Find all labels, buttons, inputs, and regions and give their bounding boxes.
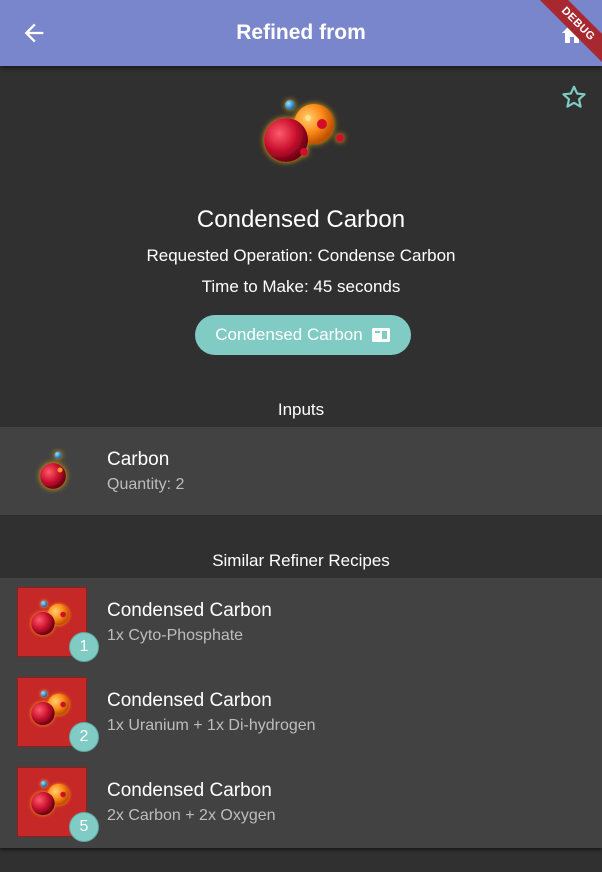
debug-banner: DEBUG [522, 0, 602, 80]
recipe-ingredients: 1x Uranium + 1x Di-hydrogen [107, 717, 316, 734]
chip-label: Condensed Carbon [215, 325, 363, 344]
recipe-row[interactable]: 1 Condensed Carbon 1x Cyto-Phosphate [0, 578, 602, 668]
item-name: Condensed Carbon [196, 206, 406, 233]
recipe-name: Condensed Carbon [107, 690, 272, 711]
recipe-count-badge: 2 [69, 722, 99, 752]
condensed-carbon-icon [31, 690, 70, 726]
inputs-header: Inputs [277, 400, 325, 419]
recipe-row[interactable]: 2 Condensed Carbon 1x Uranium + 1x Di-hy… [0, 668, 602, 758]
similar-recipes-header: Similar Refiner Recipes [212, 551, 390, 570]
condensed-carbon-icon [31, 600, 70, 636]
similar-recipes-list: 1 Condensed Carbon 1x Cyto-Phosphate 2 C… [0, 578, 602, 848]
item-details-chip[interactable]: Condensed Carbon [195, 315, 411, 355]
input-item-row[interactable]: Carbon Quantity: 2 [0, 427, 602, 516]
input-item-quantity: Quantity: 2 [107, 476, 185, 493]
favourite-star-icon[interactable] [561, 84, 587, 110]
page-title: Refined from [236, 21, 366, 44]
input-item-name: Carbon [107, 449, 170, 470]
recipe-ingredients: 2x Carbon + 2x Oxygen [107, 807, 276, 824]
recipe-name: Condensed Carbon [107, 600, 272, 621]
recipe-count-badge: 5 [69, 812, 99, 842]
condensed-carbon-icon [31, 780, 70, 816]
requested-operation: Requested Operation: Condense Carbon [146, 246, 456, 265]
recipe-row[interactable]: 5 Condensed Carbon 2x Carbon + 2x Oxygen [0, 758, 602, 848]
app-bar: Refined from [0, 0, 602, 66]
recipe-ingredients: 1x Cyto-Phosphate [107, 627, 244, 644]
card-icon [371, 328, 390, 342]
carbon-icon [40, 451, 66, 489]
time-to-make: Time to Make: 45 seconds [201, 277, 401, 296]
condensed-carbon-icon [264, 100, 344, 162]
recipe-count-badge: 1 [69, 632, 99, 662]
recipe-name: Condensed Carbon [107, 780, 272, 801]
